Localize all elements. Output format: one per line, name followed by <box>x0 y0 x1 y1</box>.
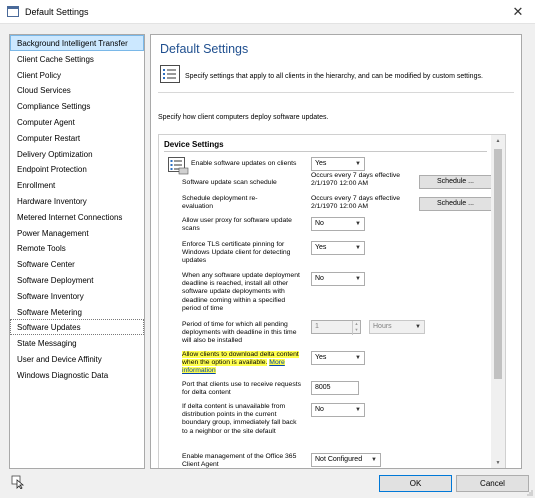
deadline-value: No <box>315 275 324 282</box>
sidebar-item-background-intelligent-transfer[interactable]: Background Intelligent Transfer <box>10 35 144 51</box>
scrollbar-thumb[interactable] <box>494 149 502 379</box>
fallback-value: No <box>315 406 324 413</box>
fallback-dropdown[interactable]: No ▼ <box>311 403 365 417</box>
office-label: Enable management of the Office 365 Clie… <box>182 453 297 469</box>
chevron-down-icon: ▼ <box>355 355 361 361</box>
section-divider <box>164 151 487 152</box>
resize-grip-icon[interactable] <box>525 488 533 496</box>
user-proxy-dropdown[interactable]: No ▼ <box>311 217 365 231</box>
enable-updates-label: Enable software updates on clients <box>191 160 297 167</box>
sidebar-item-software-updates[interactable]: Software Updates <box>10 319 144 336</box>
device-settings-panel: Device Settings Enable software updates … <box>158 134 506 469</box>
sidebar-item-cloud-services[interactable]: Cloud Services <box>10 82 144 98</box>
scan-schedule-button[interactable]: Schedule ... <box>419 175 492 189</box>
sidebar-item-software-center[interactable]: Software Center <box>10 256 144 272</box>
enable-updates-value: Yes <box>315 160 327 167</box>
sidebar-item-enrollment[interactable]: Enrollment <box>10 177 144 193</box>
chevron-down-icon: ▼ <box>355 407 361 413</box>
sidebar-item-power-management[interactable]: Power Management <box>10 225 144 241</box>
chevron-down-icon: ▼ <box>355 276 361 282</box>
scroll-down-icon[interactable]: ▼ <box>491 457 505 468</box>
tls-pinning-value: Yes <box>315 244 327 251</box>
page-subtext: Specify how client computers deploy soft… <box>158 114 329 121</box>
sidebar-item-software-deployment[interactable]: Software Deployment <box>10 272 144 288</box>
title-bar: Default Settings ✕ <box>0 0 535 24</box>
user-proxy-label: Allow user proxy for software update sca… <box>182 217 292 233</box>
delta-dropdown[interactable]: Yes ▼ <box>311 351 365 365</box>
sidebar-item-computer-restart[interactable]: Computer Restart <box>10 130 144 146</box>
cancel-button[interactable]: Cancel <box>456 475 529 492</box>
sidebar-item-hardware-inventory[interactable]: Hardware Inventory <box>10 193 144 209</box>
sidebar-item-client-policy[interactable]: Client Policy <box>10 67 144 83</box>
fallback-label: If delta content is unavailable from dis… <box>182 403 297 435</box>
sidebar-item-software-inventory[interactable]: Software Inventory <box>10 288 144 304</box>
office-value: Not Configured <box>315 456 363 463</box>
divider <box>158 92 514 93</box>
period-label: Period of time for which all pending dep… <box>182 321 297 345</box>
reevaluation-label: Schedule deployment re-evaluation <box>182 195 258 211</box>
user-proxy-value: No <box>315 220 324 227</box>
sidebar-item-compliance-settings[interactable]: Compliance Settings <box>10 98 144 114</box>
sidebar-item-software-metering[interactable]: Software Metering <box>10 304 144 320</box>
enable-updates-dropdown[interactable]: Yes ▼ <box>311 157 365 171</box>
chevron-down-icon: ▼ <box>355 221 361 227</box>
settings-list-icon <box>160 65 180 83</box>
port-input[interactable]: 8005 <box>311 381 359 395</box>
sidebar-item-windows-diagnostic-data[interactable]: Windows Diagnostic Data <box>10 367 144 383</box>
port-value: 8005 <box>315 384 331 391</box>
software-updates-icon <box>168 157 189 175</box>
main-panel: Default Settings Specify settings that a… <box>150 34 522 469</box>
close-icon[interactable]: ✕ <box>507 2 529 22</box>
page-description: Specify settings that apply to all clien… <box>185 73 483 80</box>
app-window-icon <box>7 6 19 17</box>
chevron-down-icon: ▼ <box>415 324 421 330</box>
sidebar-item-remote-tools[interactable]: Remote Tools <box>10 240 144 256</box>
tls-pinning-label: Enforce TLS certificate pinning for Wind… <box>182 241 291 265</box>
scan-schedule-label: Software update scan schedule <box>182 179 277 186</box>
sidebar-item-delivery-optimization[interactable]: Delivery Optimization <box>10 146 144 162</box>
sidebar-item-state-messaging[interactable]: State Messaging <box>10 335 144 351</box>
spin-arrows-icon[interactable]: ▲ ▼ <box>352 321 360 335</box>
period-unit-value: Hours <box>373 323 392 330</box>
help-pointer-icon[interactable] <box>11 475 25 489</box>
sidebar-item-endpoint-protection[interactable]: Endpoint Protection <box>10 161 144 177</box>
scroll-up-icon[interactable]: ▲ <box>491 135 505 147</box>
period-value: 1 <box>315 323 319 330</box>
section-title: Device Settings <box>164 140 224 149</box>
chevron-down-icon: ▼ <box>371 457 377 463</box>
chevron-down-icon: ▼ <box>355 245 361 251</box>
chevron-down-icon: ▼ <box>355 161 361 167</box>
tls-pinning-dropdown[interactable]: Yes ▼ <box>311 241 365 255</box>
scan-schedule-occurs: Occurs every 7 days effective 2/1/1970 1… <box>311 172 401 188</box>
vertical-scrollbar[interactable]: ▲ ▼ <box>491 135 505 468</box>
office-dropdown[interactable]: Not Configured ▼ <box>311 453 381 467</box>
page-title: Default Settings <box>160 42 249 56</box>
sidebar-item-user-and-device-affinity[interactable]: User and Device Affinity <box>10 351 144 367</box>
delta-label: Allow clients to download delta content … <box>182 351 302 376</box>
ok-button[interactable]: OK <box>379 475 452 492</box>
reevaluation-schedule-button[interactable]: Schedule ... <box>419 197 492 211</box>
sidebar-item-metered-internet-connections[interactable]: Metered Internet Connections <box>10 209 144 225</box>
sidebar: Background Intelligent Transfer Client Ca… <box>9 34 145 469</box>
port-label: Port that clients use to receive request… <box>182 381 302 397</box>
sidebar-item-client-cache-settings[interactable]: Client Cache Settings <box>10 51 144 67</box>
period-unit-dropdown[interactable]: Hours ▼ <box>369 320 425 334</box>
deadline-dropdown[interactable]: No ▼ <box>311 272 365 286</box>
sidebar-item-computer-agent[interactable]: Computer Agent <box>10 114 144 130</box>
period-stepper[interactable]: 1 ▲ ▼ <box>311 320 361 335</box>
reevaluation-occurs: Occurs every 7 days effective 2/1/1970 1… <box>311 195 401 211</box>
delta-value: Yes <box>315 354 327 361</box>
deadline-label: When any software update deployment dead… <box>182 272 300 312</box>
window-title: Default Settings <box>25 7 89 17</box>
